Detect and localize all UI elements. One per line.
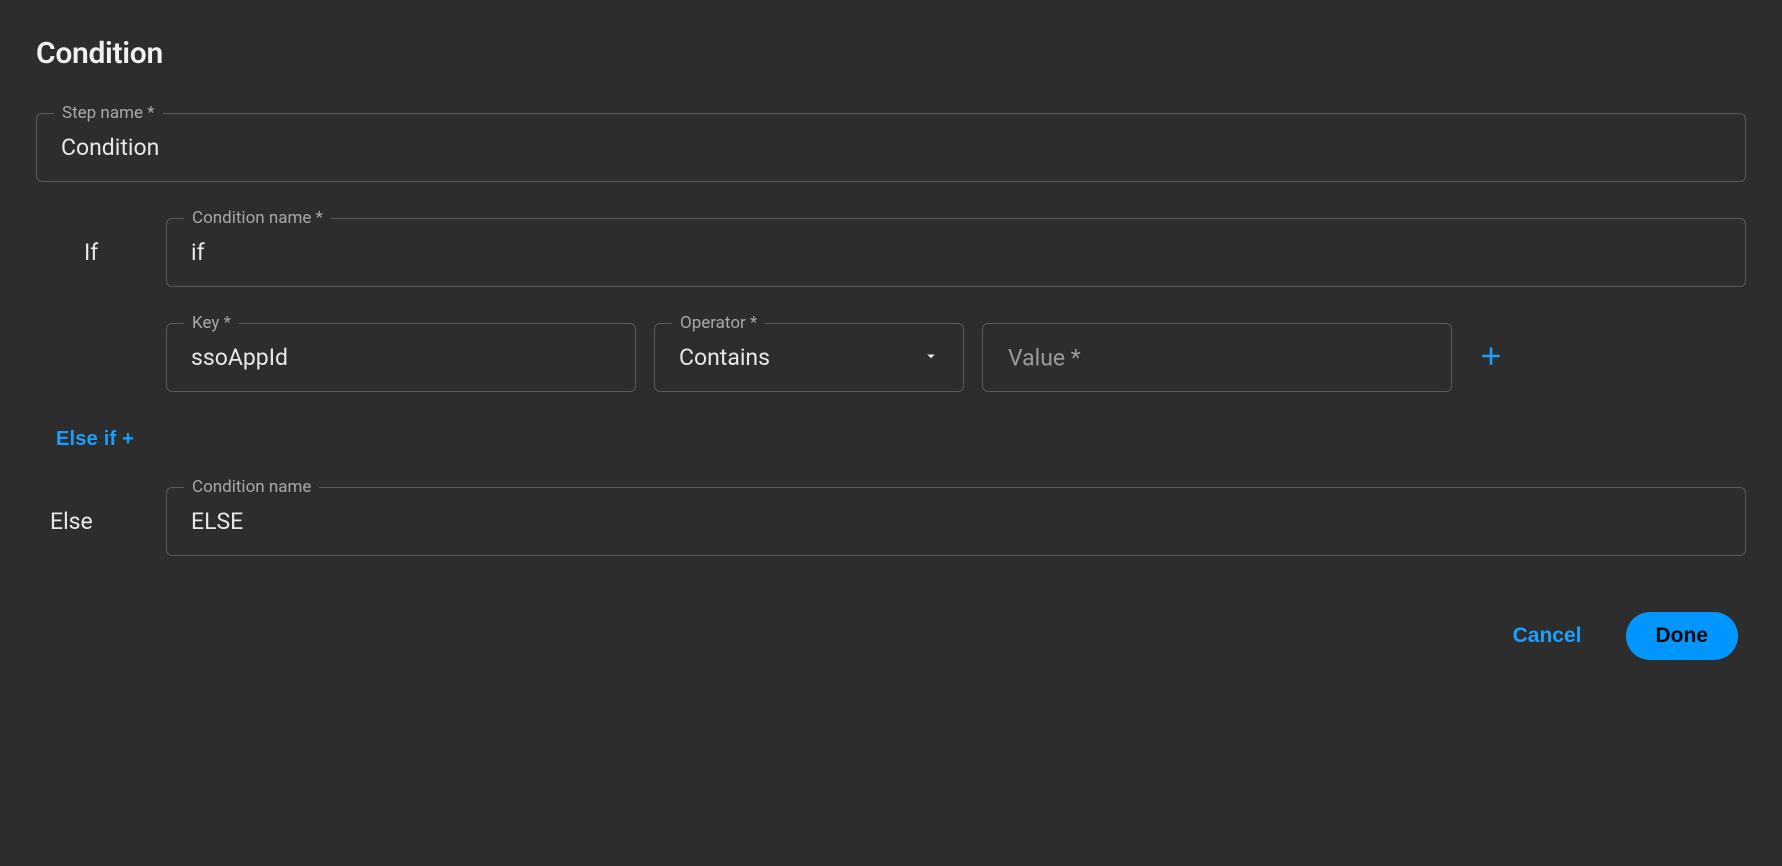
page-title: Condition: [36, 36, 1746, 71]
add-condition-button[interactable]: [1470, 335, 1512, 380]
step-name-label: Step name *: [54, 103, 163, 123]
key-label: Key *: [184, 313, 239, 333]
if-criteria-row: Key * Operator * Value *: [166, 323, 1746, 392]
plus-icon: [1478, 343, 1504, 372]
cancel-button[interactable]: Cancel: [1493, 612, 1602, 660]
if-condition-name-input[interactable]: [166, 218, 1746, 287]
step-name-field: Step name *: [36, 113, 1746, 182]
if-label: If: [36, 239, 146, 266]
else-condition-name-field: Condition name: [166, 487, 1746, 556]
else-condition-name-input[interactable]: [166, 487, 1746, 556]
operator-label: Operator *: [672, 313, 765, 333]
value-field: Value *: [982, 323, 1452, 392]
key-field: Key *: [166, 323, 636, 392]
operator-select[interactable]: [654, 323, 964, 392]
operator-field: Operator *: [654, 323, 964, 392]
if-condition-name-field: Condition name *: [166, 218, 1746, 287]
step-name-input[interactable]: [36, 113, 1746, 182]
if-section: If Condition name *: [36, 218, 1746, 287]
else-if-button[interactable]: Else if +: [56, 428, 134, 451]
else-condition-name-label: Condition name: [184, 477, 319, 497]
done-button[interactable]: Done: [1626, 612, 1739, 660]
key-input[interactable]: [166, 323, 636, 392]
value-input[interactable]: [982, 323, 1452, 392]
else-label: Else: [36, 508, 146, 535]
footer-actions: Cancel Done: [36, 612, 1746, 660]
if-condition-name-label: Condition name *: [184, 208, 331, 228]
else-section: Else Condition name: [36, 487, 1746, 556]
